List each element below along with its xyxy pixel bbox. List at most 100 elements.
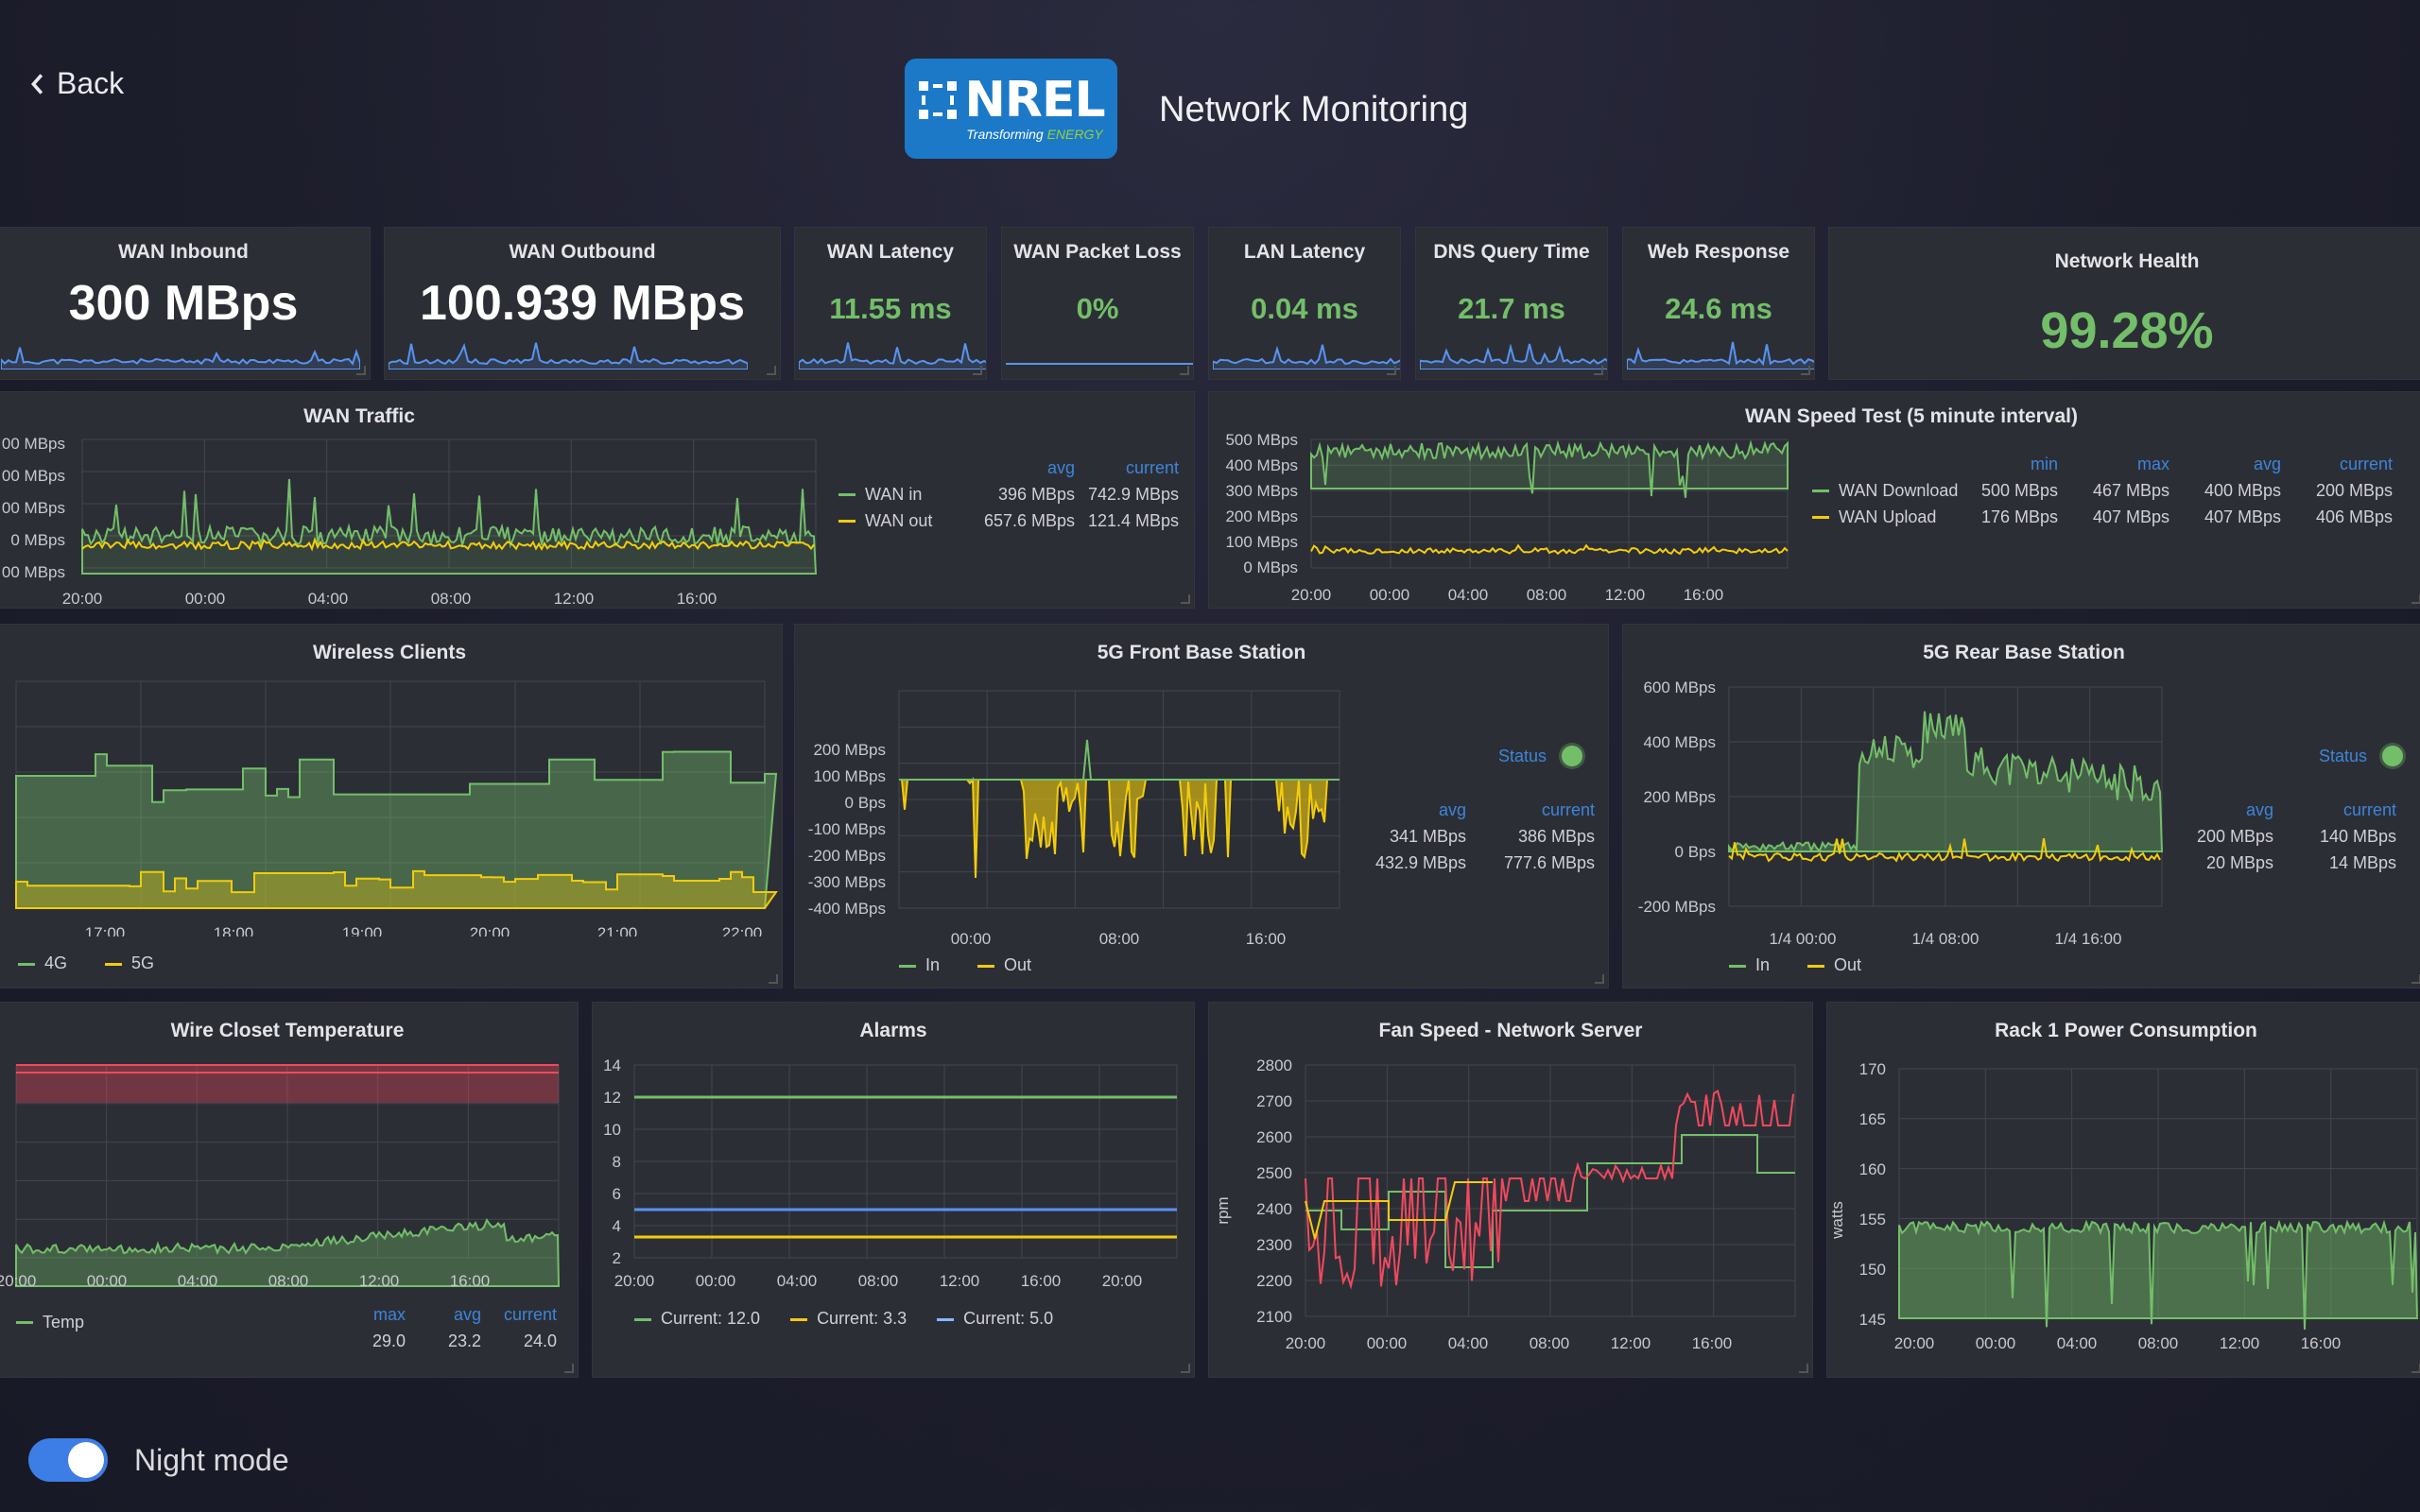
x-tick: 17:00 <box>85 924 126 936</box>
sparkline <box>799 342 986 369</box>
resize-handle[interactable] <box>1801 366 1810 375</box>
status-indicator: Status <box>1498 746 1583 766</box>
x-tick: 20:00 <box>1894 1334 1935 1352</box>
y-tick: 2100 <box>1256 1308 1292 1326</box>
y-tick: 155 <box>1859 1211 1886 1228</box>
legend-row-wan-in[interactable]: WAN in 396 MBps 742.9 MBps <box>838 481 1179 507</box>
resize-handle[interactable] <box>1181 594 1190 604</box>
legend-alarm-12[interactable]: Current: 12.0 <box>634 1309 760 1329</box>
x-tick: 20:00 <box>614 1272 655 1290</box>
x-tick: 00:00 <box>185 590 226 608</box>
panel-title: Fan Speed - Network Server <box>1378 1020 1643 1041</box>
y-tick: 10 <box>603 1121 621 1139</box>
wireless-legend: 4G 5G <box>18 954 154 973</box>
x-tick: 16:00 <box>1246 930 1287 946</box>
resize-handle[interactable] <box>1180 366 1189 375</box>
stat-wan-outbound[interactable]: WAN Outbound 100.939 MBps <box>384 227 781 380</box>
rear-5g-chart: 600 MBps 400 MBps 200 MBps 0 Bps -200 MB… <box>1638 681 2164 946</box>
resize-handle[interactable] <box>2411 594 2420 604</box>
stat-lan-latency[interactable]: LAN Latency 0.04 ms <box>1208 227 1401 380</box>
resize-handle[interactable] <box>1387 366 1396 375</box>
y-tick: 6 <box>613 1185 621 1203</box>
y-tick: 200 MBps <box>1643 788 1716 806</box>
panel-title: Alarms <box>859 1020 927 1041</box>
y-tick: 600 MBps <box>1643 681 1716 696</box>
resize-handle[interactable] <box>2411 974 2420 984</box>
y-tick: 00 MBps <box>2 499 65 517</box>
stat-wan-inbound[interactable]: WAN Inbound 300 MBps <box>0 227 371 380</box>
rear-5g-legend: avg current 200 MBps 140 MBps 20 MBps 14 MB… <box>2196 799 2396 872</box>
x-tick: 00:00 <box>951 930 992 946</box>
x-tick: 08:00 <box>858 1272 899 1290</box>
chevron-left-icon <box>31 73 43 94</box>
panel-wan-speed-test[interactable]: WAN Speed Test (5 minute interval) 500 M… <box>1208 391 2420 609</box>
y-tick: 165 <box>1859 1110 1886 1128</box>
stat-web-response[interactable]: Web Response 24.6 ms <box>1622 227 1815 380</box>
alarms-chart: 14 12 10 8 6 4 2 20:00 00:00 04:00 08:00… <box>603 1059 1178 1290</box>
sparkline <box>389 342 748 369</box>
back-button[interactable]: Back <box>28 66 124 101</box>
panel-wireless-clients[interactable]: Wireless Clients 17:00 18:00 19:00 20:00… <box>0 624 783 988</box>
x-tick: 08:00 <box>1099 930 1140 946</box>
y-tick: 2400 <box>1256 1200 1292 1218</box>
panel-title: WAN Outbound <box>509 241 656 263</box>
x-tick: 21:00 <box>597 924 638 936</box>
panel-wire-closet-temperature[interactable]: Wire Closet Temperature 20:00 00:00 04:0… <box>0 1002 579 1378</box>
resize-handle[interactable] <box>769 974 778 984</box>
resize-handle[interactable] <box>1594 366 1603 375</box>
resize-handle[interactable] <box>767 366 776 375</box>
x-tick: 20:00 <box>1286 1334 1326 1352</box>
legend-alarm-5[interactable]: Current: 5.0 <box>937 1309 1053 1329</box>
temperature-stats: max avg current 29.0 23.2 24.0 <box>372 1304 557 1350</box>
resize-handle[interactable] <box>1595 974 1604 984</box>
legend-5g[interactable]: 5G <box>105 954 154 973</box>
night-mode-toggle[interactable] <box>28 1438 108 1482</box>
front-5g-chart: 200 MBps 100 MBps 0 Bps -100 MBps -200 M… <box>808 690 1340 946</box>
stat-wan-latency[interactable]: WAN Latency 11.55 ms <box>794 227 987 380</box>
panel-rack-1-power[interactable]: Rack 1 Power Consumption watts 170 165 1… <box>1826 1002 2420 1378</box>
x-tick: 12:00 <box>1605 586 1646 604</box>
resize-handle[interactable] <box>356 366 366 375</box>
legend-alarm-3-3[interactable]: Current: 3.3 <box>790 1309 907 1329</box>
legend-4g[interactable]: 4G <box>18 954 67 973</box>
resize-handle[interactable] <box>1181 1364 1190 1373</box>
stat-wan-packet-loss[interactable]: WAN Packet Loss 0% <box>1001 227 1194 380</box>
resize-handle[interactable] <box>1799 1364 1808 1373</box>
fan-speed-chart: rpm 2800 2700 2600 2500 2400 2300 2200 2… <box>1214 1059 1796 1352</box>
legend-row-wan-download[interactable]: WAN Download 500 MBps 467 MBps 400 MBps 200 … <box>1812 477 2393 504</box>
back-label: Back <box>57 66 125 100</box>
x-tick: 16:00 <box>677 590 717 608</box>
legend-temp[interactable]: Temp <box>16 1309 84 1335</box>
legend-in[interactable]: In <box>1729 955 1770 975</box>
x-tick: 12:00 <box>1611 1334 1651 1352</box>
panel-alarms[interactable]: Alarms 14 12 10 8 6 4 2 20:00 00:00 04:0… <box>592 1002 1195 1378</box>
series-fan-red <box>1305 1089 1794 1290</box>
stat-dns-query-time[interactable]: DNS Query Time 21.7 ms <box>1415 227 1608 380</box>
legend-row-wan-out[interactable]: WAN out 657.6 MBps 121.4 MBps <box>838 507 1179 534</box>
legend-row-wan-upload[interactable]: WAN Upload 176 MBps 407 MBps 407 MBps 406 MB… <box>1812 504 2393 530</box>
y-tick: -300 MBps <box>808 873 886 891</box>
y-tick: -200 MBps <box>808 847 886 865</box>
legend-in[interactable]: In <box>899 955 940 975</box>
wan-traffic-chart: 00 MBps 00 MBps 00 MBps 0 MBps 00 MBps 2… <box>2 435 818 608</box>
panel-wan-traffic[interactable]: WAN Traffic 00 MBps 00 MBps 00 MBps 0 MB… <box>0 391 1195 609</box>
resize-handle[interactable] <box>564 1364 574 1373</box>
resize-handle[interactable] <box>2411 1364 2420 1373</box>
panel-fan-speed[interactable]: Fan Speed - Network Server rpm 2800 2700… <box>1208 1002 1813 1378</box>
legend-out[interactable]: Out <box>977 955 1031 975</box>
y-tick: 4 <box>613 1217 621 1235</box>
y-tick: 2 <box>613 1249 621 1267</box>
y-tick: 0 Bps <box>845 794 886 812</box>
resize-handle[interactable] <box>973 366 982 375</box>
x-tick: 12:00 <box>554 590 595 608</box>
y-tick: 145 <box>1859 1311 1886 1329</box>
page-title: Network Monitoring <box>1159 90 1469 129</box>
panel-5g-rear-base-station[interactable]: 5G Rear Base Station 600 MBps 400 MBps 2… <box>1622 624 2420 988</box>
panel-5g-front-base-station[interactable]: 5G Front Base Station 200 MBps 100 MBps … <box>794 624 1609 988</box>
x-tick: 1/4 16:00 <box>2055 930 2122 946</box>
night-mode-label: Night mode <box>134 1442 289 1477</box>
stat-network-health[interactable]: Network Health 99.28% <box>1828 227 2420 380</box>
stat-value: 24.6 ms <box>1665 292 1772 325</box>
legend-out[interactable]: Out <box>1807 955 1861 975</box>
y-tick: 100 MBps <box>813 767 886 785</box>
